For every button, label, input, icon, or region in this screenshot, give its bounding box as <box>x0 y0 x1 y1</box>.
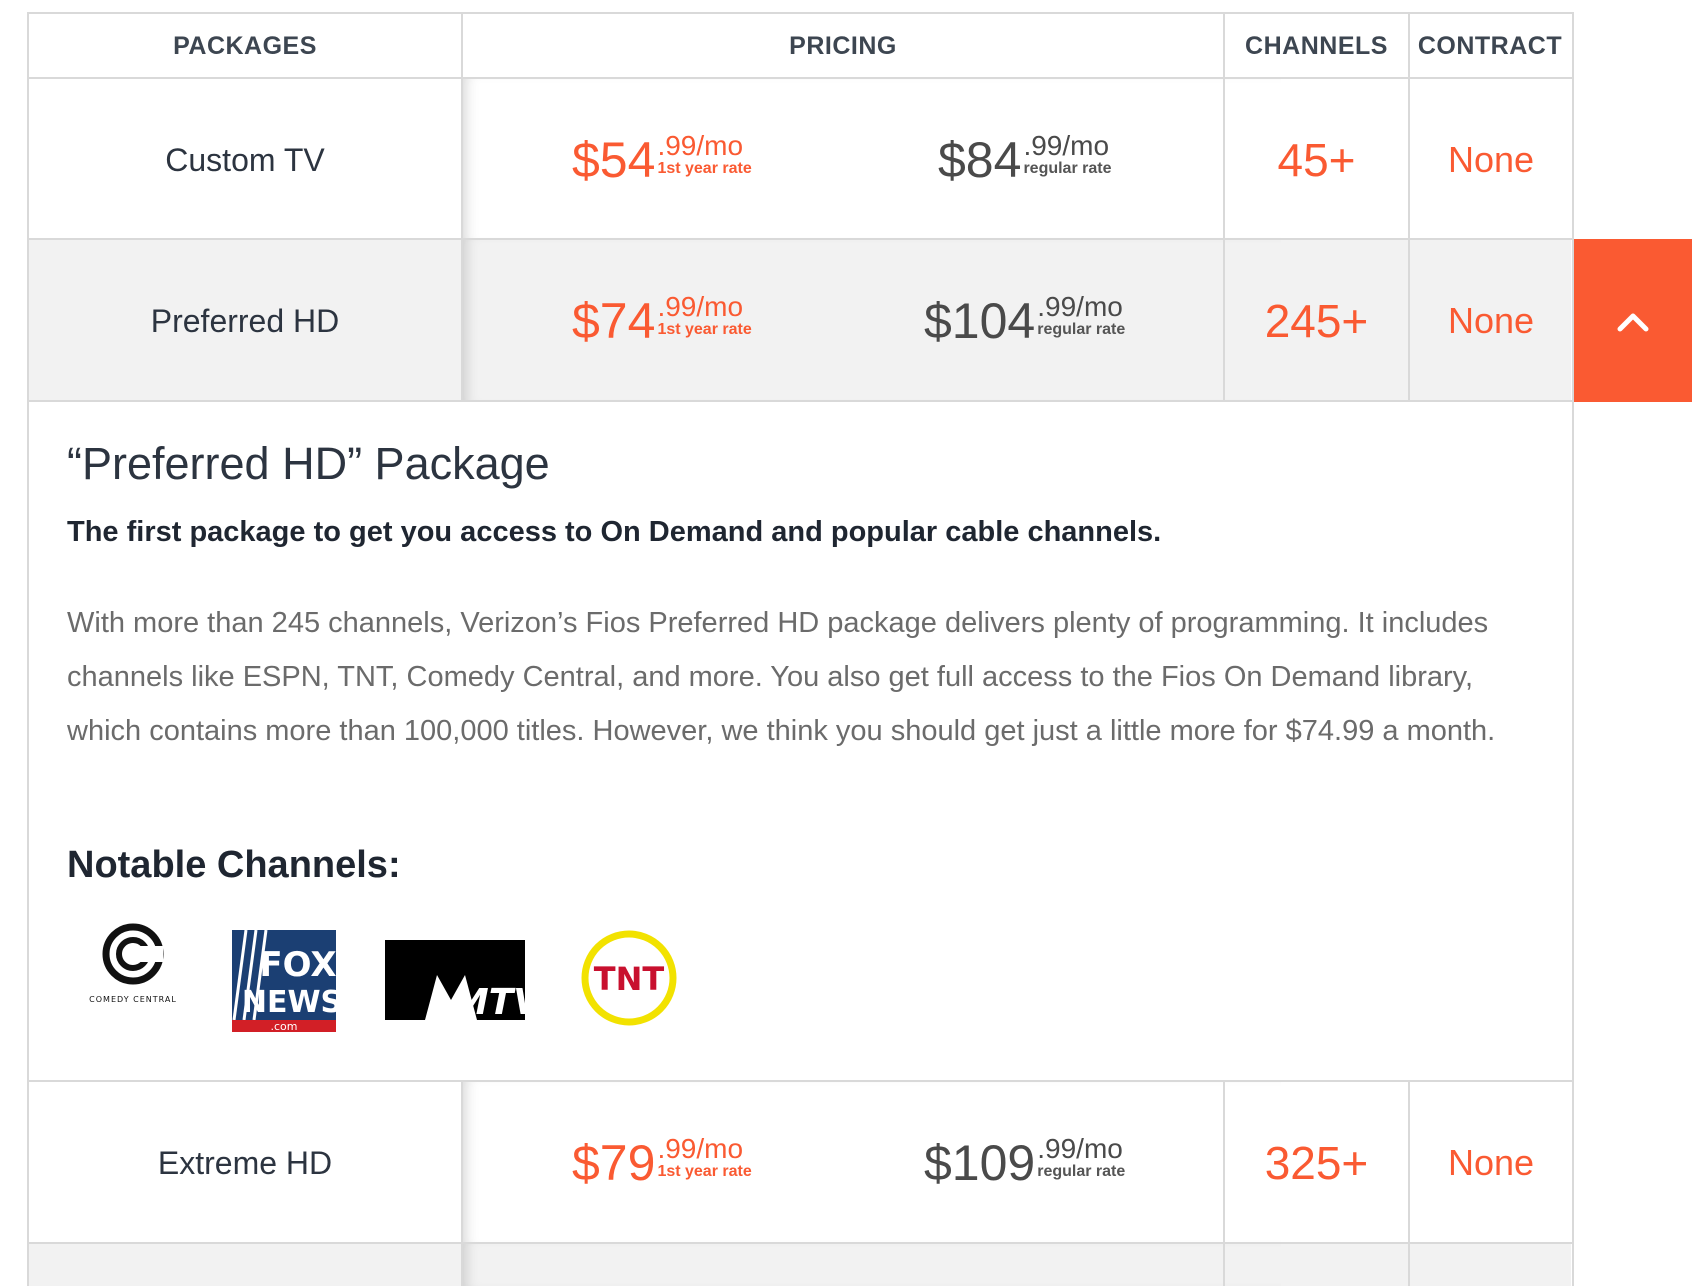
promo-cents: .99/mo <box>657 290 744 322</box>
mtv-text: MTV <box>453 982 525 1023</box>
table-divider <box>27 77 1574 79</box>
detail-title: “Preferred HD” Package <box>67 438 550 489</box>
regular-price: $109 .99/mo regular rate <box>924 1082 1125 1244</box>
regular-dollars: $109 <box>924 1135 1036 1191</box>
package-detail-panel: “Preferred HD” Package The first package… <box>29 402 1571 1080</box>
table-border <box>27 12 29 1286</box>
chevron-up-icon <box>1617 313 1649 331</box>
collapse-details-button[interactable] <box>1574 239 1692 402</box>
promo-price: $54 .99/mo 1st year rate <box>572 79 752 241</box>
table-divider <box>27 238 1574 240</box>
header-channels: CHANNELS <box>1245 31 1388 60</box>
header-packages: PACKAGES <box>173 31 317 60</box>
notable-channels-heading: Notable Channels: <box>67 844 401 886</box>
tv-packages-comparison: PACKAGES PRICING CHANNELS CONTRACT Custo… <box>0 0 1702 1286</box>
promo-price: $79 .99/mo 1st year rate <box>572 1082 752 1244</box>
comedy-central-logo: COMEDY CENTRAL <box>81 914 185 1014</box>
promo-cents: .99/mo <box>657 129 744 161</box>
svg-text:NEWS: NEWS <box>242 985 336 1020</box>
package-name: Custom TV <box>165 141 325 178</box>
promo-dollars: $79 <box>572 1135 656 1191</box>
regular-cents: .99/mo <box>1037 290 1123 322</box>
contract-value: None <box>1447 139 1535 180</box>
regular-dollars: $84 <box>938 132 1022 188</box>
tnt-text: TNT <box>594 960 665 998</box>
tnt-logo: TNT <box>579 930 679 1030</box>
table-divider <box>27 400 1574 402</box>
detail-subtitle: The first package to get you access to O… <box>67 516 1162 548</box>
regular-note: regular rate <box>1037 1162 1126 1180</box>
regular-price: $84 .99/mo regular rate <box>938 79 1111 241</box>
channel-count: 245+ <box>1264 295 1369 347</box>
package-row-partial[interactable] <box>29 1244 1571 1286</box>
promo-note: 1st year rate <box>657 1162 752 1180</box>
table-border <box>1572 12 1574 1286</box>
column-divider <box>461 1080 463 1286</box>
column-divider <box>1408 12 1410 402</box>
svg-text:FOX: FOX <box>259 945 336 985</box>
promo-price: $74 .99/mo 1st year rate <box>572 240 752 402</box>
header-pricing: PRICING <box>789 31 897 60</box>
column-divider <box>1223 12 1225 402</box>
svg-text:.com: .com <box>271 1020 298 1032</box>
detail-description: With more than 245 channels, Verizon’s F… <box>67 607 1496 747</box>
package-name: Preferred HD <box>150 302 340 339</box>
mtv-logo: MTV <box>385 930 544 1024</box>
fox-news-logo: FOX NEWS .com <box>232 929 342 1033</box>
promo-dollars: $74 <box>572 293 656 349</box>
column-divider <box>1408 1080 1410 1286</box>
promo-note: 1st year rate <box>657 320 752 338</box>
regular-cents: .99/mo <box>1037 1132 1123 1164</box>
promo-cents: .99/mo <box>657 1132 744 1164</box>
header-contract: CONTRACT <box>1417 31 1563 60</box>
promo-dollars: $54 <box>572 132 656 188</box>
contract-value: None <box>1447 300 1535 341</box>
contract-value: None <box>1447 1142 1535 1183</box>
regular-dollars: $104 <box>924 293 1036 349</box>
regular-cents: .99/mo <box>1023 129 1110 161</box>
table-divider <box>27 1080 1574 1082</box>
column-divider <box>1223 1080 1225 1286</box>
regular-note: regular rate <box>1023 159 1112 177</box>
regular-price: $104 .99/mo regular rate <box>924 240 1125 402</box>
package-name: Extreme HD <box>157 1144 333 1181</box>
channel-count: 325+ <box>1264 1137 1369 1189</box>
regular-note: regular rate <box>1037 320 1126 338</box>
table-divider <box>27 1242 1574 1244</box>
column-divider <box>461 12 463 402</box>
channel-count: 45+ <box>1277 134 1356 186</box>
promo-note: 1st year rate <box>657 159 752 177</box>
comedy-central-text: COMEDY CENTRAL <box>89 995 177 1004</box>
table-border <box>27 12 1574 14</box>
